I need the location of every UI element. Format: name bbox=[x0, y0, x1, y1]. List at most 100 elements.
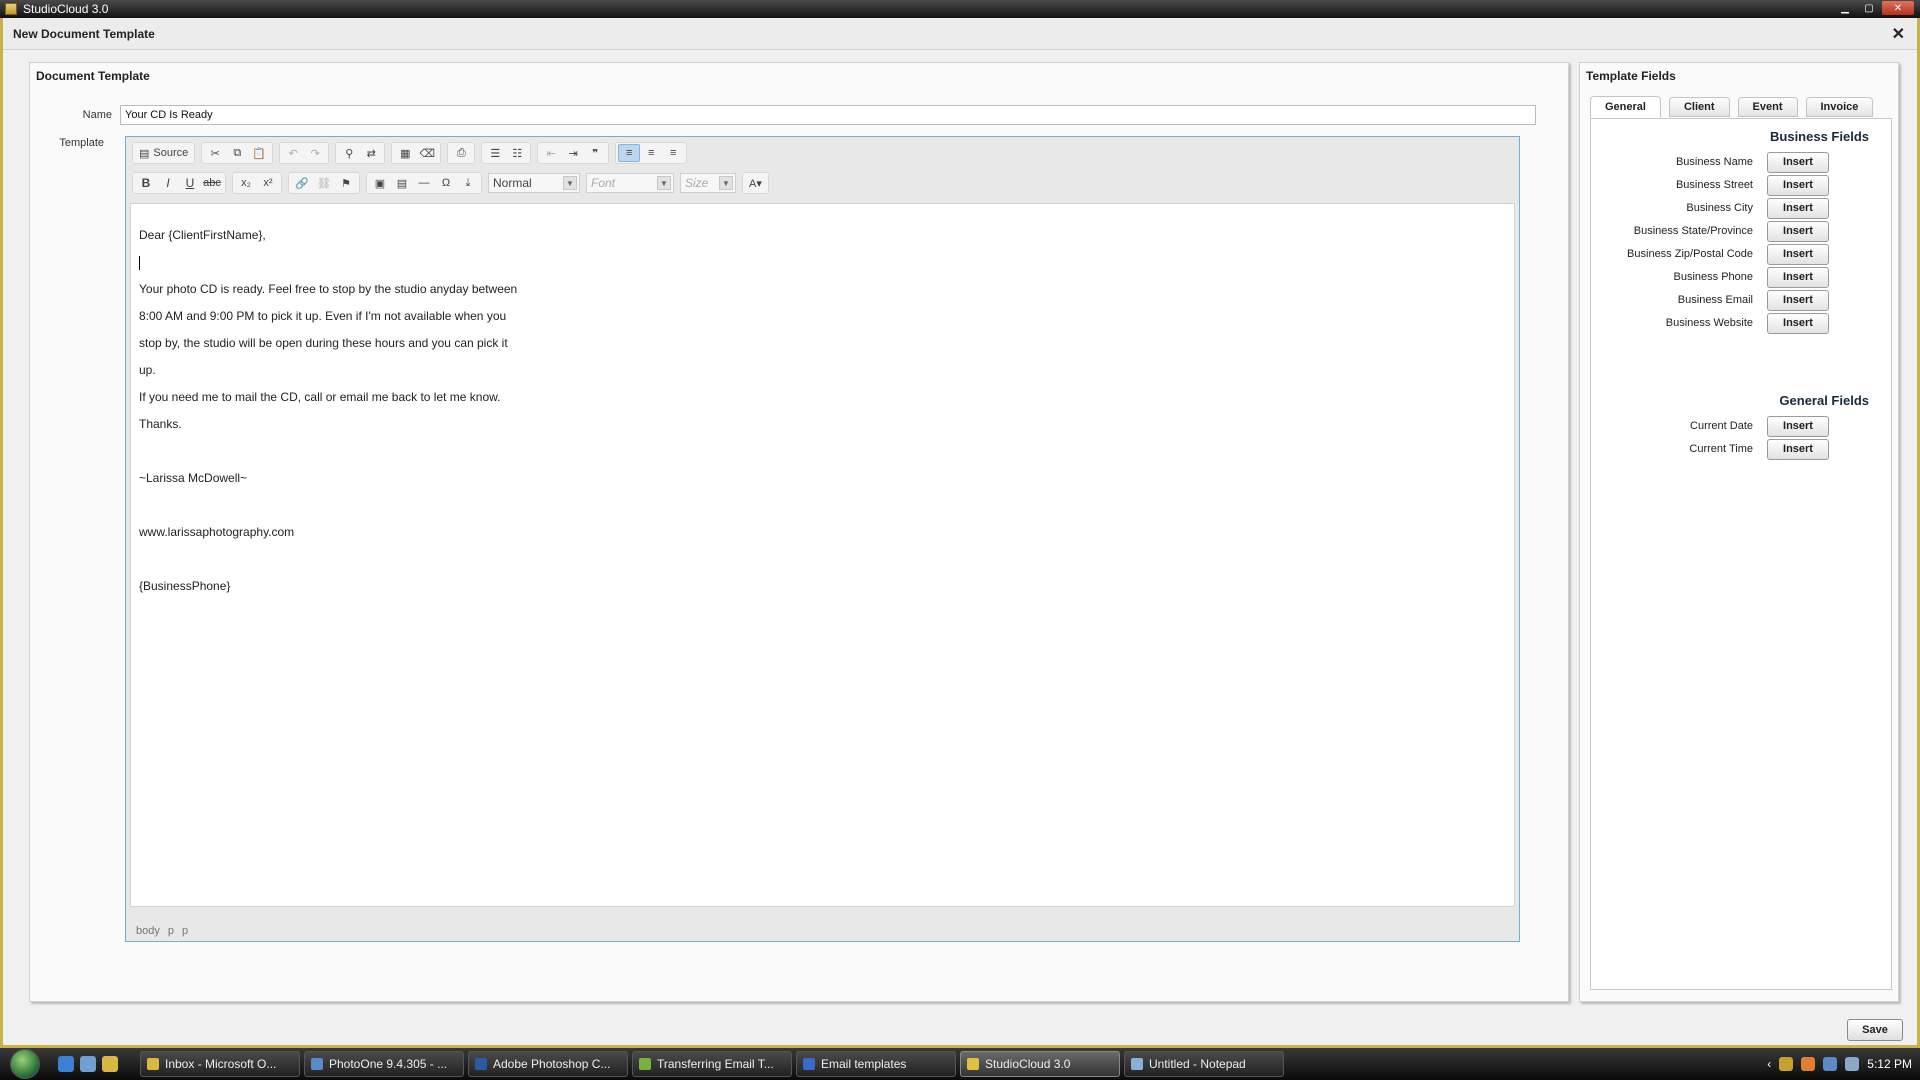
select-all-icon[interactable]: ▦ bbox=[394, 144, 416, 162]
remove-format-icon[interactable]: ⌫ bbox=[416, 144, 438, 162]
taskbar-item[interactable]: Transferring Email T... bbox=[632, 1051, 792, 1077]
taskbar-item[interactable]: PhotoOne 9.4.305 - ... bbox=[304, 1051, 464, 1077]
subscript-icon[interactable]: x₂ bbox=[235, 174, 257, 192]
blockquote-icon[interactable]: ❞ bbox=[584, 144, 606, 162]
copy-icon[interactable]: ⧉ bbox=[226, 144, 248, 162]
text-color-icon[interactable]: A▾ bbox=[745, 174, 766, 192]
close-window-icon[interactable]: ✕ bbox=[1882, 1, 1914, 15]
network-icon[interactable] bbox=[1823, 1057, 1838, 1071]
numbered-list-icon[interactable]: ☰ bbox=[484, 144, 506, 162]
special-character-icon[interactable]: Ω bbox=[435, 174, 457, 192]
format-combo[interactable]: Normal ▼ bbox=[488, 173, 580, 193]
taskbar-item[interactable]: Adobe Photoshop C... bbox=[468, 1051, 628, 1077]
italic-icon[interactable]: I bbox=[157, 174, 179, 192]
field-label: Business Name bbox=[1675, 156, 1753, 168]
editor-paragraph: Your photo CD is ready. Feel free to sto… bbox=[139, 282, 518, 296]
name-input[interactable] bbox=[120, 105, 1536, 125]
indent-icon[interactable]: ⇥ bbox=[562, 144, 584, 162]
editor-paragraph: www.larissaphotography.com bbox=[139, 525, 295, 539]
taskbar-item[interactable]: StudioCloud 3.0 bbox=[960, 1051, 1120, 1077]
field-label: Business Website bbox=[1665, 317, 1753, 329]
taskbar-item[interactable]: Inbox - Microsoft O... bbox=[140, 1051, 300, 1077]
taskbar-app-icon bbox=[639, 1058, 651, 1070]
taskbar-item[interactable]: Untitled - Notepad bbox=[1124, 1051, 1284, 1077]
link-icon[interactable]: 🔗 bbox=[291, 174, 313, 192]
taskbar-app-icon bbox=[475, 1058, 487, 1070]
insert-button[interactable]: Insert bbox=[1767, 243, 1829, 265]
insert-button[interactable]: Insert bbox=[1767, 312, 1829, 334]
strikethrough-icon[interactable]: abc bbox=[201, 174, 223, 192]
document-template-heading: Document Template bbox=[36, 69, 150, 83]
field-label: Current Date bbox=[1690, 420, 1753, 432]
source-group: ▤ Source bbox=[132, 142, 196, 164]
minimize-icon[interactable]: ▁ bbox=[1834, 1, 1856, 15]
element-path-item[interactable]: p bbox=[168, 925, 174, 937]
tray-app-icon[interactable] bbox=[1801, 1057, 1816, 1071]
tray-expand-icon[interactable]: ‹ bbox=[1767, 1057, 1771, 1071]
align-center-icon[interactable]: ≡ bbox=[640, 144, 662, 162]
bulleted-list-icon[interactable]: ☷ bbox=[506, 144, 528, 162]
size-combo[interactable]: Size ▼ bbox=[680, 173, 736, 193]
field-label: Business Street bbox=[1675, 179, 1753, 191]
replace-icon[interactable]: ⇄ bbox=[360, 144, 382, 162]
image-icon[interactable]: ▣ bbox=[369, 174, 391, 192]
system-tray: ‹ 5:12 PM bbox=[1767, 1048, 1912, 1080]
volume-icon[interactable] bbox=[1845, 1057, 1860, 1071]
outlook-icon[interactable] bbox=[80, 1056, 96, 1072]
redo-icon[interactable]: ↷ bbox=[304, 144, 326, 162]
tab-invoice[interactable]: Invoice bbox=[1805, 97, 1874, 117]
tab-general[interactable]: General bbox=[1590, 96, 1661, 118]
tab-event[interactable]: Event bbox=[1737, 97, 1798, 117]
paste-icon[interactable]: 📋 bbox=[248, 144, 270, 162]
element-path-item[interactable]: body bbox=[136, 925, 160, 937]
color-group: A▾ bbox=[742, 172, 769, 194]
unlink-icon[interactable]: ⛓ bbox=[313, 174, 335, 192]
element-path: body p p bbox=[136, 925, 188, 937]
tab-client[interactable]: Client bbox=[1668, 97, 1730, 117]
font-combo[interactable]: Font ▼ bbox=[586, 173, 674, 193]
editor-content-area[interactable]: Dear {ClientFirstName}, Your photo CD is … bbox=[130, 203, 1515, 907]
text-style-group: B I U abc bbox=[132, 172, 226, 194]
app-title: StudioCloud 3.0 bbox=[23, 2, 109, 16]
insert-button[interactable]: Insert bbox=[1767, 438, 1829, 460]
chevron-down-icon: ▼ bbox=[719, 176, 733, 190]
undo-icon[interactable]: ↶ bbox=[282, 144, 304, 162]
editor-paragraph: If you need me to mail the CD, call or e… bbox=[139, 390, 501, 404]
editor-toolbar-row-1: ▤ Source ✂ ⧉ 📋 ↶ ↷ ⚲ ⇄ ▦ ⌫ ⎙ ☰ ☷ ⇤ ⇥ ❞ ≡… bbox=[132, 141, 693, 165]
element-path-item[interactable]: p bbox=[182, 925, 188, 937]
bold-icon[interactable]: B bbox=[135, 174, 157, 192]
template-fields-panel: Template Fields General Client Event Invoic… bbox=[1579, 62, 1899, 1002]
insert-button[interactable]: Insert bbox=[1767, 151, 1829, 173]
table-icon[interactable]: ▤ bbox=[391, 174, 413, 192]
maximize-icon[interactable]: ▢ bbox=[1858, 1, 1880, 15]
taskbar-item[interactable]: Email templates bbox=[796, 1051, 956, 1077]
insert-button[interactable]: Insert bbox=[1767, 415, 1829, 437]
source-button[interactable]: ▤ Source bbox=[135, 144, 192, 162]
preview-icon[interactable]: ⎙ bbox=[450, 144, 472, 162]
taskbar-app-icon bbox=[967, 1058, 979, 1070]
insert-button[interactable]: Insert bbox=[1767, 289, 1829, 311]
template-fields-tabs: General Client Event Invoice bbox=[1590, 96, 1874, 118]
outdent-icon[interactable]: ⇤ bbox=[540, 144, 562, 162]
dialog-close-icon[interactable]: ✕ bbox=[1892, 24, 1905, 44]
horizontal-rule-icon[interactable]: — bbox=[413, 174, 435, 192]
internet-explorer-icon[interactable] bbox=[58, 1056, 74, 1072]
clock[interactable]: 5:12 PM bbox=[1867, 1057, 1912, 1071]
folder-icon[interactable] bbox=[102, 1056, 118, 1072]
cut-icon[interactable]: ✂ bbox=[204, 144, 226, 162]
tray-app-icon[interactable] bbox=[1779, 1057, 1794, 1071]
save-button[interactable]: Save bbox=[1847, 1019, 1903, 1041]
editor-paragraph: 8:00 AM and 9:00 PM to pick it up. Even … bbox=[139, 309, 507, 323]
start-button-icon[interactable] bbox=[10, 1049, 40, 1079]
align-right-icon[interactable]: ≡ bbox=[662, 144, 684, 162]
insert-button[interactable]: Insert bbox=[1767, 220, 1829, 242]
find-icon[interactable]: ⚲ bbox=[338, 144, 360, 162]
anchor-icon[interactable]: ⚑ bbox=[335, 174, 357, 192]
insert-button[interactable]: Insert bbox=[1767, 266, 1829, 288]
underline-icon[interactable]: U bbox=[179, 174, 201, 192]
page-break-icon[interactable]: ⤓ bbox=[457, 174, 479, 192]
insert-button[interactable]: Insert bbox=[1767, 197, 1829, 219]
insert-button[interactable]: Insert bbox=[1767, 174, 1829, 196]
align-left-icon[interactable]: ≡ bbox=[618, 144, 641, 162]
superscript-icon[interactable]: x² bbox=[257, 174, 279, 192]
